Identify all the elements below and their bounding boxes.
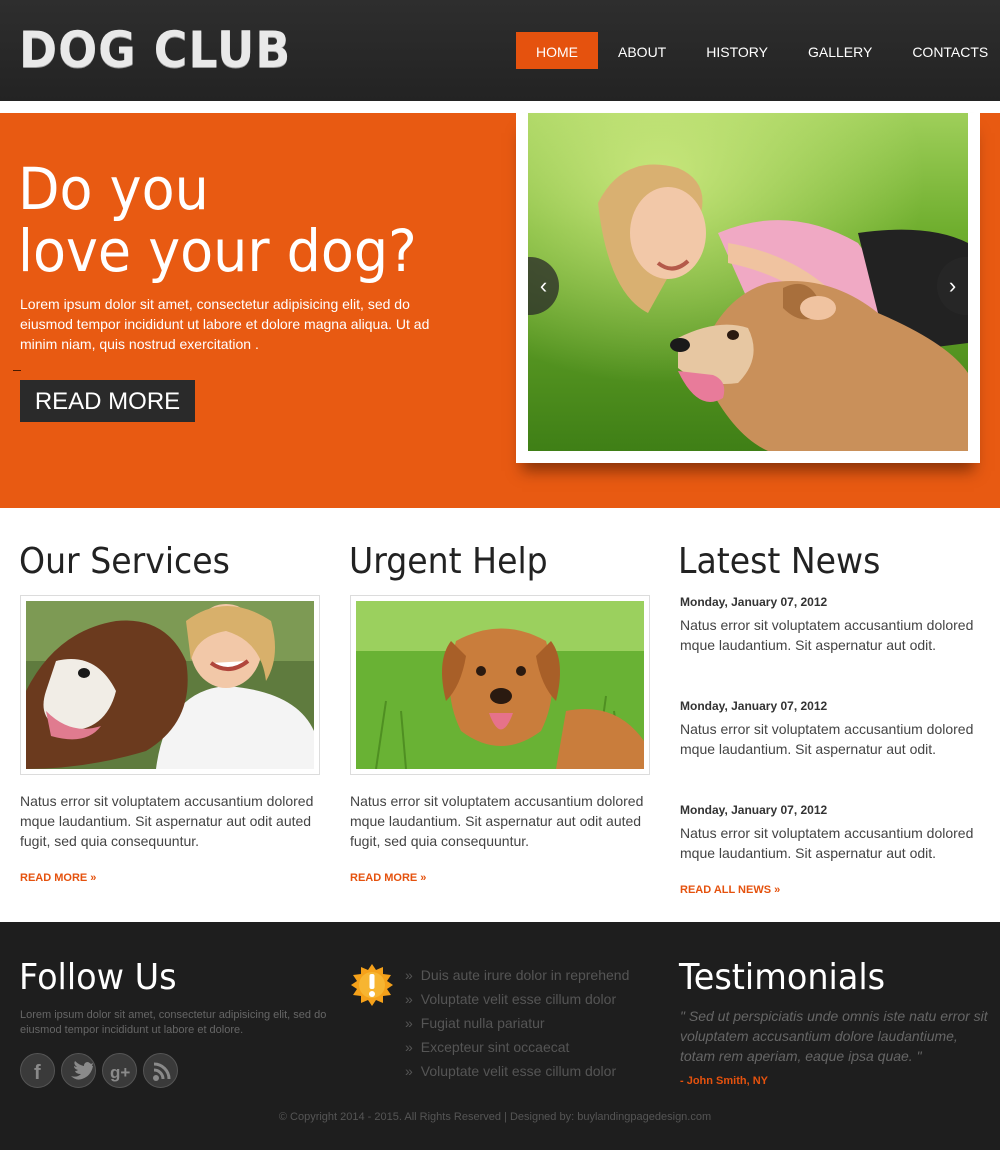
hero-read-more-button[interactable]: READ MORE (20, 380, 195, 422)
hero-title-line2: love your dog? (18, 217, 417, 285)
nav-about[interactable]: ABOUT (598, 32, 686, 69)
nav-gallery[interactable]: GALLERY (788, 32, 892, 69)
urgent-help-title: Urgent Help (349, 541, 548, 582)
rss-icon[interactable] (143, 1053, 178, 1088)
nav-history[interactable]: HISTORY (686, 32, 788, 69)
news-date: Monday, January 07, 2012 (680, 699, 828, 713)
bullet-icon: » (405, 1063, 413, 1079)
hero-banner: Do you love your dog? Lorem ipsum dolor … (0, 113, 1000, 508)
footer-list-item[interactable]: » Voluptate velit esse cillum dolor (405, 987, 629, 1011)
services-image-frame (20, 595, 320, 775)
follow-us-title: Follow Us (19, 957, 177, 998)
footer-link-list: » Duis aute irure dolor in reprehend » Vol… (405, 963, 629, 1083)
site-footer: Follow Us Lorem ipsum dolor sit amet, co… (0, 922, 1000, 1150)
bullet-icon: » (405, 1039, 413, 1055)
site-header: DOG CLUB HOME ABOUT HISTORY GALLERY CONT… (0, 0, 1000, 101)
footer-list-item[interactable]: » Duis aute irure dolor in reprehend (405, 963, 629, 987)
latest-news-title: Latest News (678, 541, 881, 582)
testimonial-quote: " Sed ut perspiciatis unde omnis iste na… (680, 1008, 988, 1064)
news-date: Monday, January 07, 2012 (680, 595, 828, 609)
urgent-image-dog-in-grass (356, 601, 644, 769)
bullet-icon: » (405, 991, 413, 1007)
testimonials-title: Testimonials (679, 957, 886, 998)
bullet-icon: » (405, 1015, 413, 1031)
google-plus-icon[interactable]: g+ (102, 1053, 137, 1088)
services-text: Natus error sit voluptatem accusantium d… (20, 793, 314, 849)
news-text: Natus error sit voluptatem accusantium d… (680, 825, 974, 861)
services-read-more-link[interactable]: READ MORE » (20, 872, 96, 884)
svg-text:f: f (34, 1062, 41, 1084)
copyright-text: © Copyright 2014 - 2015. All Rights Rese… (278, 1111, 712, 1123)
slider-image-woman-with-dog (528, 113, 968, 451)
hero-text: Lorem ipsum dolor sit amet, consectetur … (20, 296, 430, 352)
urgent-help-text: Natus error sit voluptatem accusantium d… (350, 793, 644, 849)
site-logo[interactable]: DOG CLUB (19, 22, 291, 78)
hero-divider (13, 370, 21, 371)
svg-text:g+: g+ (110, 1063, 130, 1082)
bullet-icon: » (405, 967, 413, 983)
hero-title-line1: Do you (18, 155, 209, 223)
hero-title: Do you love your dog? (18, 158, 455, 282)
read-all-news-link[interactable]: READ ALL NEWS » (680, 884, 780, 896)
footer-list-item[interactable]: » Fugiat nulla pariatur (405, 1011, 629, 1035)
footer-list-item[interactable]: » Voluptate velit esse cillum dolor (405, 1059, 629, 1083)
urgent-read-more-link[interactable]: READ MORE » (350, 872, 426, 884)
nav-home[interactable]: HOME (516, 32, 598, 69)
services-title: Our Services (19, 541, 230, 582)
follow-us-text: Lorem ipsum dolor sit amet, consectetur … (20, 1009, 327, 1036)
news-date: Monday, January 07, 2012 (680, 803, 828, 817)
image-slider: ‹ › (516, 113, 980, 463)
footer-list-item[interactable]: » Excepteur sint occaecat (405, 1035, 629, 1059)
facebook-icon[interactable]: f (20, 1053, 55, 1088)
header-divider (0, 101, 1000, 113)
exclamation-icon (350, 963, 394, 1007)
twitter-icon[interactable] (61, 1053, 96, 1088)
main-nav: HOME ABOUT HISTORY GALLERY CONTACTS (516, 32, 1000, 69)
services-image-woman-hugging-dog (26, 601, 314, 769)
news-text: Natus error sit voluptatem accusantium d… (680, 617, 974, 653)
nav-contacts[interactable]: CONTACTS (892, 32, 1000, 69)
testimonial-author: - John Smith, NY (680, 1075, 768, 1087)
urgent-image-frame (350, 595, 650, 775)
news-text: Natus error sit voluptatem accusantium d… (680, 721, 974, 757)
